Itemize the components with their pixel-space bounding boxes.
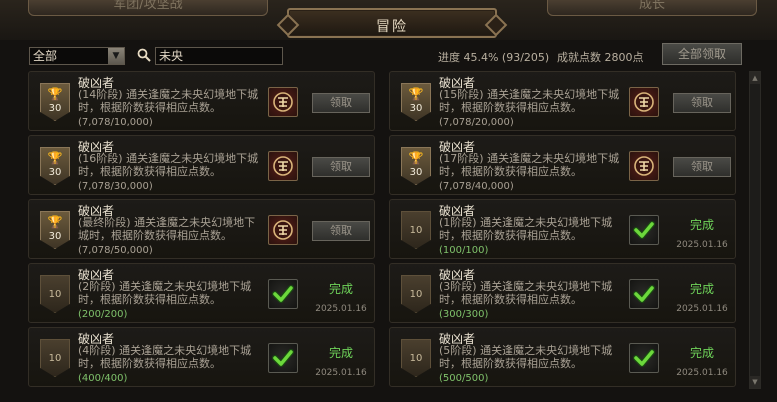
reward-emblem-icon xyxy=(268,151,298,181)
achievement-description: (5阶段) 通关逢魔之未央幻境地下城时，根据阶数获得相应点数。 xyxy=(439,344,613,370)
chevron-down-icon[interactable]: ▼ xyxy=(108,48,124,64)
reward-emblem-icon xyxy=(629,87,659,117)
achievement-description: (最终阶段) 通关逢魔之未央幻境地下城时，根据阶数获得相应点数。 xyxy=(78,216,256,242)
achievement-card: 🏆 30 破凶者 (15阶段) 通关逢魔之未央幻境地下城时，根据阶数获得相应点数。 (7… xyxy=(389,71,736,131)
points-badge: 🏆 30 xyxy=(40,147,70,185)
tab-growth[interactable]: 成长 xyxy=(547,0,757,16)
points-badge: 10 xyxy=(401,275,431,313)
points-value: 10 xyxy=(409,225,423,236)
tab-adventure[interactable]: 冒险 xyxy=(287,8,497,38)
tab-adventure-label: 冒险 xyxy=(376,19,408,35)
completed-date: 2025.01.16 xyxy=(315,304,367,314)
achievement-description: (17阶段) 通关逢魔之未央幻境地下城时，根据阶数获得相应点数。 xyxy=(439,152,620,178)
claim-button[interactable]: 领取 xyxy=(312,157,370,177)
achievement-progress: (7,078/40,000) xyxy=(439,181,514,192)
category-dropdown-value: 全部 xyxy=(33,49,58,63)
completed-label: 完成 xyxy=(689,218,714,232)
points-value: 30 xyxy=(48,231,62,242)
achievement-progress: (7,078/30,000) xyxy=(78,181,153,192)
points-value: 30 xyxy=(409,103,423,114)
completed-label: 完成 xyxy=(328,346,353,360)
achievement-card: 10 破凶者 (4阶段) 通关逢魔之未央幻境地下城时，根据阶数获得相应点数。 (400… xyxy=(28,327,375,387)
trophy-icon: 🏆 xyxy=(408,87,424,101)
achievement-progress: (300/300) xyxy=(439,309,489,320)
points-badge: 🏆 30 xyxy=(40,211,70,249)
claim-button[interactable]: 领取 xyxy=(312,221,370,241)
search-input[interactable]: 未央 xyxy=(155,47,283,65)
achievement-progress: (7,078/20,000) xyxy=(439,117,514,128)
reward-emblem-icon xyxy=(268,215,298,245)
achievement-progress: (100/100) xyxy=(439,245,489,256)
points-value: 10 xyxy=(409,353,423,364)
category-dropdown[interactable]: 全部 ▼ xyxy=(29,47,125,65)
search-icon xyxy=(137,48,151,62)
checkmark-icon xyxy=(629,215,659,245)
achievement-description: (14阶段) 通关逢魔之未央幻境地下城时，根据阶数获得相应点数。 xyxy=(78,88,259,114)
trophy-icon: 🏆 xyxy=(47,151,63,165)
claim-button[interactable]: 领取 xyxy=(673,93,731,113)
trophy-icon: 🏆 xyxy=(47,87,63,101)
checkmark-icon xyxy=(629,279,659,309)
achievement-description: (3阶段) 通关逢魔之未央幻境地下城时，根据阶数获得相应点数。 xyxy=(439,280,613,306)
points-badge: 10 xyxy=(40,275,70,313)
achievement-description: (4阶段) 通关逢魔之未央幻境地下城时，根据阶数获得相应点数。 xyxy=(78,344,252,370)
achievement-card: 10 破凶者 (5阶段) 通关逢魔之未央幻境地下城时，根据阶数获得相应点数。 (500… xyxy=(389,327,736,387)
points-badge: 10 xyxy=(401,339,431,377)
achievement-description: (16阶段) 通关逢魔之未央幻境地下城时，根据阶数获得相应点数。 xyxy=(78,152,259,178)
claim-all-button[interactable]: 全部领取 xyxy=(662,43,742,65)
points-value: 30 xyxy=(48,167,62,178)
points-badge: 10 xyxy=(40,339,70,377)
completed-label: 完成 xyxy=(689,346,714,360)
completed-label: 完成 xyxy=(689,282,714,296)
points-value: 30 xyxy=(48,103,62,114)
achievement-progress: (7,078/10,000) xyxy=(78,117,153,128)
completed-label: 完成 xyxy=(328,282,353,296)
reward-emblem-icon xyxy=(629,151,659,181)
achievement-card: 🏆 30 破凶者 (14阶段) 通关逢魔之未央幻境地下城时，根据阶数获得相应点数。 (7… xyxy=(28,71,375,131)
achievement-card: 10 破凶者 (3阶段) 通关逢魔之未央幻境地下城时，根据阶数获得相应点数。 (300… xyxy=(389,263,736,323)
checkmark-icon xyxy=(268,343,298,373)
checkmark-icon xyxy=(268,279,298,309)
tab-legion-siege[interactable]: 军团/攻坚战 xyxy=(28,0,268,16)
achievement-card: 🏆 30 破凶者 (16阶段) 通关逢魔之未央幻境地下城时，根据阶数获得相应点数。 (7… xyxy=(28,135,375,195)
reward-emblem-icon xyxy=(268,87,298,117)
achievement-progress: (7,078/50,000) xyxy=(78,245,153,256)
points-badge: 🏆 30 xyxy=(40,83,70,121)
achievement-card: 10 破凶者 (1阶段) 通关逢魔之未央幻境地下城时，根据阶数获得相应点数。 (100… xyxy=(389,199,736,259)
points-value: 10 xyxy=(409,289,423,300)
achievement-description: (1阶段) 通关逢魔之未央幻境地下城时，根据阶数获得相应点数。 xyxy=(439,216,613,242)
points-badge: 10 xyxy=(401,211,431,249)
top-tab-bar: 军团/攻坚战 成长 冒险 xyxy=(0,0,777,40)
scroll-down-icon[interactable]: ▼ xyxy=(750,376,760,388)
achievement-progress: (500/500) xyxy=(439,373,489,384)
achievement-points: 成就点数 2800点 xyxy=(557,51,644,64)
achievement-card: 🏆 30 破凶者 (最终阶段) 通关逢魔之未央幻境地下城时，根据阶数获得相应点数。 (7… xyxy=(28,199,375,259)
claim-button[interactable]: 领取 xyxy=(312,93,370,113)
points-value: 10 xyxy=(48,353,62,364)
points-value: 30 xyxy=(409,167,423,178)
achievement-list: 🏆 30 破凶者 (14阶段) 通关逢魔之未央幻境地下城时，根据阶数获得相应点数。 (7… xyxy=(28,71,741,402)
achievement-card: 🏆 30 破凶者 (17阶段) 通关逢魔之未央幻境地下城时，根据阶数获得相应点数。 (7… xyxy=(389,135,736,195)
achievement-description: (2阶段) 通关逢魔之未央幻境地下城时，根据阶数获得相应点数。 xyxy=(78,280,252,306)
trophy-icon: 🏆 xyxy=(408,151,424,165)
checkmark-icon xyxy=(629,343,659,373)
completed-date: 2025.01.16 xyxy=(315,368,367,378)
scrollbar[interactable]: ▲ ▼ xyxy=(749,71,761,389)
trophy-icon: 🏆 xyxy=(47,215,63,229)
points-badge: 🏆 30 xyxy=(401,83,431,121)
achievement-progress: (200/200) xyxy=(78,309,128,320)
completed-date: 2025.01.16 xyxy=(676,304,728,314)
achievement-progress: (400/400) xyxy=(78,373,128,384)
completed-date: 2025.01.16 xyxy=(676,240,728,250)
progress-summary: 进度 45.4% (93/205) xyxy=(438,51,550,64)
achievement-card: 10 破凶者 (2阶段) 通关逢魔之未央幻境地下城时，根据阶数获得相应点数。 (200… xyxy=(28,263,375,323)
scroll-up-icon[interactable]: ▲ xyxy=(750,72,760,84)
points-value: 10 xyxy=(48,289,62,300)
points-badge: 🏆 30 xyxy=(401,147,431,185)
achievement-description: (15阶段) 通关逢魔之未央幻境地下城时，根据阶数获得相应点数。 xyxy=(439,88,620,114)
completed-date: 2025.01.16 xyxy=(676,368,728,378)
claim-button[interactable]: 领取 xyxy=(673,157,731,177)
